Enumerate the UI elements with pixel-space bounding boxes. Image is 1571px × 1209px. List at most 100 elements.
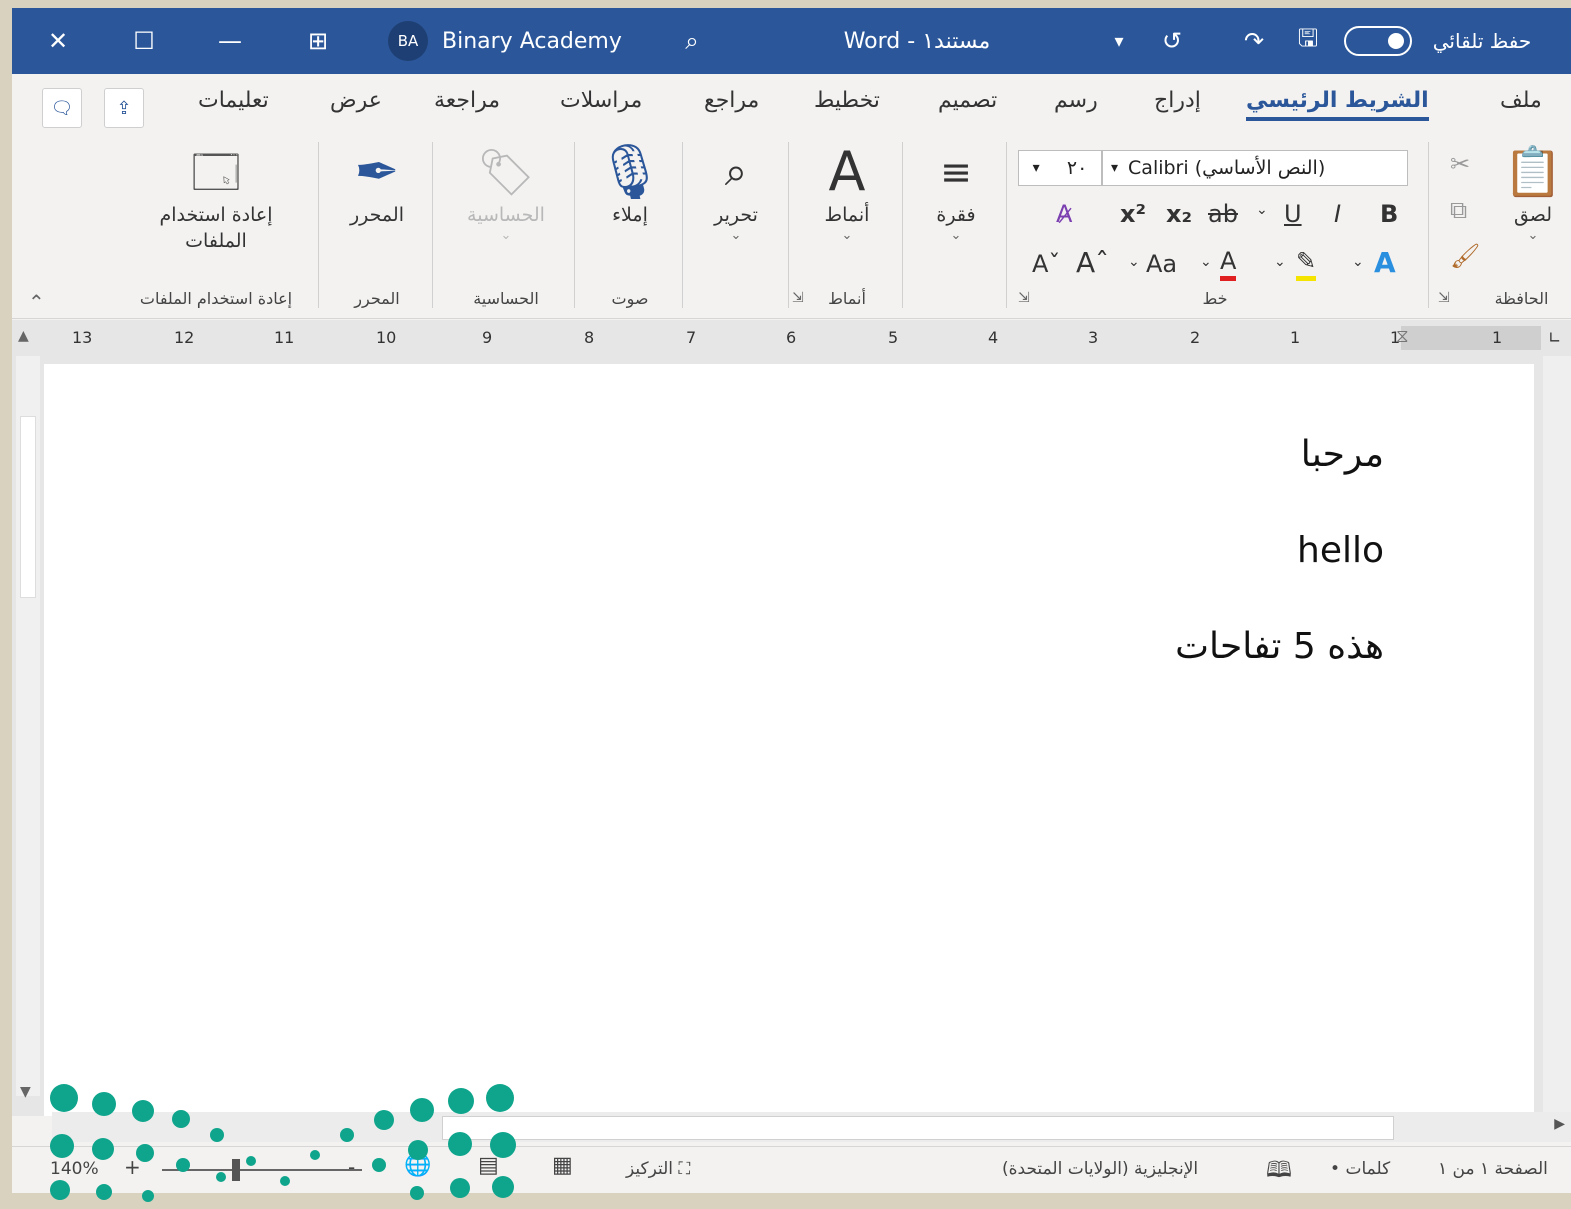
text-effects-icon[interactable]: A [1374, 246, 1396, 279]
horizontal-scroll-thumb[interactable] [442, 1116, 1394, 1140]
focus-icon: ⛶ [678, 1159, 691, 1179]
left-scroll-track[interactable] [16, 356, 40, 1096]
indent-marker-icon[interactable]: ⧖ [1396, 326, 1409, 347]
font-launcher-icon[interactable]: ⇲ [1018, 290, 1030, 306]
read-mode-icon[interactable]: ▦ [552, 1153, 573, 1178]
search-icon[interactable]: ⌕ [674, 8, 710, 74]
word-window: ✕ ☐ — ⊞ BA Binary Academy ⌕ Word - مستند… [12, 8, 1571, 1193]
account-name[interactable]: Binary Academy [442, 8, 622, 74]
focus-button[interactable]: التركيز ⛶ [626, 1159, 690, 1179]
ruler-number: 12 [174, 328, 195, 347]
tab-review[interactable]: مراجعة [434, 88, 500, 113]
search-icon: ⌕ [724, 149, 748, 195]
paragraph-icon: ≡ [940, 150, 972, 194]
close-icon[interactable]: ✕ [40, 8, 76, 74]
font-name-select[interactable]: ▾ Calibri (النص الأساسي) [1102, 150, 1408, 186]
tab-layout[interactable]: تخطيط [814, 88, 880, 113]
chevron-down-icon[interactable]: ⌄ [1256, 202, 1268, 218]
minimize-icon[interactable]: — [212, 8, 248, 74]
language-status[interactable]: الإنجليزية (الولايات المتحدة) [1002, 1159, 1198, 1179]
ruler-number: 1 [1290, 328, 1301, 347]
grow-font-icon[interactable]: Aˆ [1076, 246, 1109, 279]
chevron-down-icon: ⌄ [500, 228, 512, 243]
scroll-down-icon[interactable]: ▼ [20, 1084, 31, 1100]
share-icon[interactable]: ⇪ [104, 88, 144, 128]
redo-icon[interactable]: ↷ [1234, 8, 1274, 74]
doc-line-1[interactable]: مرحبا [1301, 434, 1384, 475]
undo-icon[interactable]: ↺ [1152, 8, 1192, 74]
shrink-font-icon[interactable]: Aˇ [1032, 250, 1060, 278]
focus-label: التركيز [626, 1159, 674, 1179]
paragraph-label: فقرة [936, 204, 976, 226]
copy-icon[interactable]: ⧉ [1450, 196, 1467, 224]
account-avatar[interactable]: BA [386, 8, 430, 74]
cut-icon[interactable]: ✂ [1450, 150, 1470, 178]
paragraph-button[interactable]: ≡ فقرة ⌄ [916, 142, 996, 243]
chevron-down-icon[interactable]: ⌄ [1200, 254, 1212, 270]
font-size-value: ٢٠ [1066, 157, 1088, 179]
comments-icon[interactable]: 🗨 [42, 88, 82, 128]
group-paragraph: ≡ فقرة ⌄ [906, 138, 1006, 314]
group-editing: ⌕ تحرير ⌄ [686, 138, 786, 314]
document-page[interactable]: مرحبا hello هذه 5 تفاحات [44, 364, 1534, 1116]
format-painter-icon[interactable]: 🖌 [1450, 242, 1480, 270]
font-size-select[interactable]: ▾ ٢٠ [1018, 150, 1102, 186]
strikethrough-button[interactable]: ab [1208, 200, 1238, 228]
tab-help[interactable]: تعليمات [198, 88, 269, 113]
tab-home[interactable]: الشريط الرئيسي [1246, 88, 1429, 121]
ribbon-display-icon[interactable]: ⊞ [300, 8, 336, 74]
tab-design[interactable]: تصميم [938, 88, 997, 113]
editor-button[interactable]: ✒ المحرر [332, 142, 422, 228]
reuse-files-button[interactable]: 🗔 إعادة استخدام الملفات [136, 142, 296, 254]
italic-button[interactable]: I [1334, 200, 1341, 228]
ribbon-tabs: 🗨 ⇪ تعليمات عرض مراجعة مراسلات مراجع تخط… [12, 74, 1571, 130]
scroll-thumb[interactable] [20, 416, 36, 598]
doc-line-2[interactable]: hello [1297, 530, 1384, 571]
tab-draw[interactable]: رسم [1054, 88, 1098, 113]
tab-references[interactable]: مراجع [704, 88, 759, 113]
change-case-button[interactable]: Aa [1146, 250, 1177, 278]
customize-icon[interactable]: ▾ [1106, 8, 1132, 74]
horizontal-ruler[interactable]: 1 1 1 2 3 4 5 6 7 8 9 10 11 12 13 ⧖ ▲ ∟ [12, 320, 1571, 357]
word-count[interactable]: • كلمات [1330, 1159, 1390, 1179]
tab-mailings[interactable]: مراسلات [560, 88, 642, 113]
scroll-right-icon[interactable]: ▶ [1554, 1116, 1565, 1132]
tab-insert[interactable]: إدراج [1154, 88, 1201, 113]
proofing-book-icon[interactable]: 🕮 [1266, 1153, 1292, 1191]
chevron-down-icon[interactable]: ⌄ [1128, 254, 1140, 270]
editing-button[interactable]: ⌕ تحرير ⌄ [696, 142, 776, 243]
page-number[interactable]: الصفحة ١ من ١ [1438, 1159, 1548, 1179]
subscript-button[interactable]: x₂ [1166, 200, 1192, 228]
dictate-button[interactable]: 🎙 إملاء [588, 142, 672, 228]
chevron-down-icon: ⌄ [730, 228, 742, 243]
highlight-icon[interactable]: ✎ [1296, 246, 1317, 281]
ruler-number: 4 [988, 328, 999, 347]
chevron-down-icon[interactable]: ⌄ [1352, 254, 1364, 270]
chevron-down-icon: ▾ [1032, 160, 1040, 176]
group-label: أنماط [828, 289, 866, 308]
restore-icon[interactable]: ☐ [126, 8, 162, 74]
paste-button[interactable]: 📋 لصق ⌄ [1498, 142, 1568, 243]
underline-button[interactable]: U [1284, 200, 1302, 228]
bold-button[interactable]: B [1380, 200, 1398, 228]
collapse-ribbon-icon[interactable]: ⌃ [28, 290, 45, 314]
styles-launcher-icon[interactable]: ⇲ [792, 290, 804, 306]
clipboard-launcher-icon[interactable]: ⇲ [1438, 290, 1450, 306]
autosave-toggle[interactable] [1342, 8, 1414, 74]
tab-stop-icon[interactable]: ∟ [1548, 328, 1561, 347]
doc-line-3[interactable]: هذه 5 تفاحات [1175, 626, 1384, 667]
font-color-icon[interactable]: A [1220, 246, 1237, 281]
scroll-up-icon[interactable]: ▲ [18, 328, 29, 344]
tab-view[interactable]: عرض [330, 88, 382, 113]
chevron-down-icon: ⌄ [841, 228, 853, 243]
window-title: Word - مستند١ [812, 8, 1022, 74]
clear-formatting-icon[interactable]: A̷ [1056, 200, 1072, 228]
group-font: ▾ ٢٠ ▾ Calibri (النص الأساسي) A̷ x² x₂ a… [1010, 138, 1420, 314]
superscript-button[interactable]: x² [1120, 200, 1146, 228]
tab-file[interactable]: ملف [1500, 88, 1542, 113]
chevron-down-icon[interactable]: ⌄ [1274, 254, 1286, 270]
styles-button[interactable]: A أنماط ⌄ [802, 142, 892, 244]
reuse-files-icon: 🗔 [191, 145, 241, 199]
paste-label: لصق [1513, 204, 1553, 226]
save-icon[interactable]: 🖫 [1288, 8, 1328, 74]
